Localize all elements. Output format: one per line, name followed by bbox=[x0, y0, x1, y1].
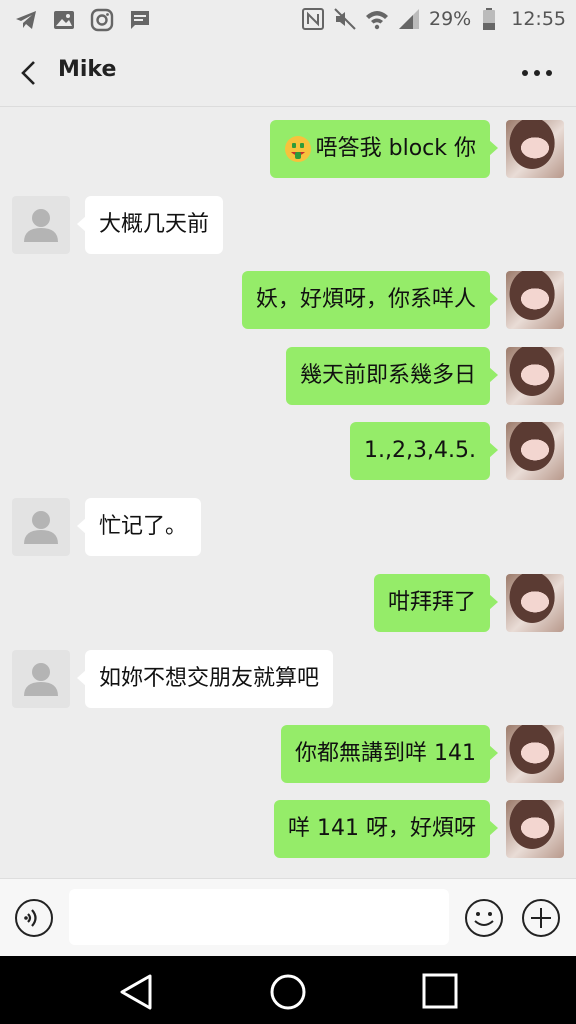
message-bubble[interactable]: 妖，好煩呀，你系咩人 bbox=[241, 271, 499, 329]
message-row: 如妳不想交朋友就算吧 bbox=[0, 650, 576, 708]
message-icon bbox=[131, 11, 149, 29]
message-text: 唔答我 block 你 bbox=[315, 136, 476, 161]
message-bubble[interactable]: 大概几天前 bbox=[76, 196, 224, 254]
battery-percent: 29% bbox=[429, 8, 472, 30]
signal-icon bbox=[399, 9, 419, 29]
message-bubble[interactable]: 1.,2,3,4.5. bbox=[350, 422, 498, 480]
clock: 12:55 bbox=[511, 8, 566, 30]
chevron-left-icon[interactable] bbox=[14, 58, 44, 88]
voice-icon[interactable] bbox=[14, 898, 54, 938]
avatar[interactable] bbox=[12, 498, 70, 556]
message-bubble[interactable]: 幾天前即系幾多日 bbox=[285, 347, 499, 405]
message-bubble[interactable]: 咁拜拜了 bbox=[373, 574, 499, 632]
status-bar: 29% 12:55 bbox=[0, 0, 576, 40]
avatar[interactable] bbox=[506, 725, 564, 783]
message-bubble[interactable]: 你都無講到咩 141 bbox=[281, 725, 498, 783]
message-bubble[interactable]: 咩 141 呀，好煩呀 bbox=[274, 800, 498, 858]
nav-home-icon[interactable] bbox=[268, 972, 308, 1012]
chat-header: Mike bbox=[0, 40, 576, 107]
avatar[interactable] bbox=[506, 120, 564, 178]
message-row: 幾天前即系幾多日 bbox=[0, 347, 576, 405]
message-bubble[interactable]: 忙记了。 bbox=[76, 498, 202, 556]
message-row: 妖，好煩呀，你系咩人 bbox=[0, 271, 576, 329]
money-mouth-face-icon bbox=[284, 136, 311, 162]
default-avatar-icon bbox=[24, 663, 58, 696]
default-avatar-icon bbox=[24, 511, 58, 544]
nav-back-icon[interactable] bbox=[116, 972, 156, 1012]
avatar[interactable] bbox=[506, 574, 564, 632]
avatar[interactable] bbox=[506, 800, 564, 858]
nav-recent-icon[interactable] bbox=[421, 972, 459, 1010]
message-row: 咁拜拜了 bbox=[0, 574, 576, 632]
system-nav-bar bbox=[0, 956, 576, 1024]
mute-icon bbox=[334, 8, 356, 30]
input-bar bbox=[0, 878, 576, 957]
message-bubble[interactable]: 唔答我 block 你 bbox=[269, 120, 499, 178]
message-bubble[interactable]: 如妳不想交朋友就算吧 bbox=[76, 650, 334, 708]
avatar[interactable] bbox=[506, 271, 564, 329]
message-input[interactable] bbox=[69, 889, 449, 945]
nfc-icon bbox=[302, 8, 324, 30]
battery-icon bbox=[483, 8, 496, 30]
default-avatar-icon bbox=[24, 209, 58, 242]
wifi-icon bbox=[366, 11, 388, 30]
message-row: 忙记了。 bbox=[0, 498, 576, 556]
avatar[interactable] bbox=[506, 347, 564, 405]
chat-title: Mike bbox=[58, 57, 117, 82]
avatar[interactable] bbox=[12, 650, 70, 708]
more-dots-icon[interactable] bbox=[520, 58, 554, 88]
plus-circle-icon[interactable] bbox=[521, 898, 561, 938]
message-row: 1.,2,3,4.5. bbox=[0, 422, 576, 480]
message-row: 你都無講到咩 141 bbox=[0, 725, 576, 783]
message-row: 唔答我 block 你 bbox=[0, 120, 576, 178]
message-list: 唔答我 block 你 大概几天前 妖，好煩呀，你系咩人 幾天前即系幾多日 1.… bbox=[0, 107, 576, 877]
gallery-icon bbox=[54, 11, 74, 29]
message-row: 咩 141 呀，好煩呀 bbox=[0, 800, 576, 858]
message-row: 大概几天前 bbox=[0, 196, 576, 254]
instagram-icon bbox=[90, 8, 114, 32]
avatar[interactable] bbox=[506, 422, 564, 480]
avatar[interactable] bbox=[12, 196, 70, 254]
smiley-icon[interactable] bbox=[464, 898, 504, 938]
telegram-icon bbox=[16, 11, 36, 29]
